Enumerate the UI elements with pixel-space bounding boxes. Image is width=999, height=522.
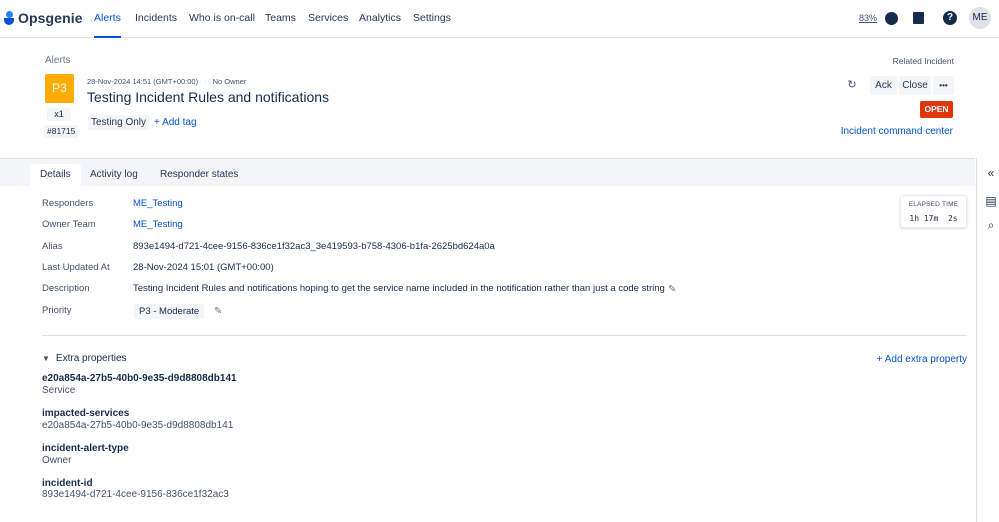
created-timestamp: 28-Nov-2024 14:51 (GMT+00:00) (87, 77, 199, 86)
edit-priority-pencil-icon[interactable]: ✎ (214, 306, 222, 317)
top-navigation: Opsgenie Alerts Incidents Who is on-call… (0, 0, 999, 38)
breadcrumb[interactable]: Alerts (45, 55, 71, 66)
alert-id: #81715 (44, 125, 79, 138)
nav-incidents[interactable]: Incidents (135, 0, 177, 38)
property-value: Service (42, 385, 76, 396)
right-rail (976, 158, 999, 522)
user-menu[interactable]: ME (968, 7, 992, 29)
app-name: Opsgenie (18, 10, 83, 26)
help-button[interactable]: ? (941, 8, 959, 28)
collapse-icon[interactable]: « (985, 167, 997, 179)
nav-alerts[interactable]: Alerts (94, 0, 121, 38)
status-badge: OPEN (920, 101, 953, 118)
section-divider (42, 335, 967, 336)
tab-responder-states[interactable]: Responder states (150, 164, 248, 186)
responders-value[interactable]: ME_Testing (133, 198, 183, 209)
property-value: Owner (42, 455, 72, 466)
close-button[interactable]: Close (899, 76, 931, 95)
compass-icon (884, 11, 898, 25)
owner-value[interactable]: No Owner (213, 77, 247, 86)
add-tag-link[interactable]: + Add tag (154, 115, 197, 130)
property-key: incident-alert-type (42, 443, 129, 454)
owner-team-label: Owner Team (42, 219, 96, 230)
property-key: impacted-services (42, 408, 130, 419)
add-extra-property-link[interactable]: + Add extra property (877, 354, 967, 365)
priority-badge: P3 (45, 74, 74, 103)
meta-separator: · (204, 77, 207, 86)
description-value: Testing Incident Rules and notifications… (133, 283, 665, 294)
edit-description-pencil-icon[interactable]: ✎ (668, 284, 676, 295)
zoom-level: 83% (858, 13, 877, 23)
tag-chip[interactable]: Testing Only (88, 115, 150, 130)
owner-team-value[interactable]: ME_Testing (133, 219, 183, 230)
alias-label: Alias (42, 241, 63, 252)
alert-count-badge: x1 (47, 108, 71, 121)
chevron-down-icon: ▼ (42, 354, 50, 363)
extra-properties-heading: Extra properties (55, 353, 127, 364)
incident-command-center-link[interactable]: Incident command center (841, 126, 953, 137)
tab-activity-log[interactable]: Activity log (80, 164, 148, 186)
last-updated-value: 28-Nov-2024 15:01 (GMT+00:00) (133, 262, 274, 273)
extra-properties-toggle[interactable]: ▼ Extra properties (42, 353, 127, 364)
alert-meta: 28-Nov-2024 14:51 (GMT+00:00) · No Owner (87, 77, 246, 86)
alias-value: 893e1494-d721-4cee-9156-836ce1f32ac3_3e4… (133, 241, 495, 252)
related-incident-label: Related Incident (892, 56, 954, 66)
priority-label: Priority (42, 305, 72, 316)
attachment-icon[interactable]: ⌕ (985, 219, 997, 231)
elapsed-time-value: 1h 17m 2s (909, 214, 958, 223)
priority-value[interactable]: P3 - Moderate (134, 304, 205, 319)
property-key: e20a854a-27b5-40b0-9e35-d9d8808db141 (42, 373, 237, 384)
elapsed-time-card: ELAPSED TIME 1h 17m 2s (900, 195, 967, 228)
compass-button[interactable] (883, 8, 899, 28)
ack-button[interactable]: Ack (870, 76, 897, 95)
property-value: 893e1494-d721-4cee-9156-836ce1f32ac3 (42, 489, 229, 500)
opsgenie-logo-icon (4, 11, 14, 25)
nav-services[interactable]: Services (308, 0, 348, 38)
book-button[interactable] (910, 8, 926, 28)
avatar: ME (969, 7, 991, 29)
nav-settings[interactable]: Settings (413, 0, 451, 38)
more-actions-button[interactable]: ••• (933, 76, 954, 95)
page-title: Testing Incident Rules and notifications (87, 89, 330, 105)
nav-who-is-on-call[interactable]: Who is on-call (189, 0, 255, 38)
property-key: incident-id (42, 478, 93, 489)
nav-analytics[interactable]: Analytics (359, 0, 401, 38)
help-icon: ? (943, 11, 957, 25)
property-value: e20a854a-27b5-40b0-9e35-d9d8808db141 (42, 420, 234, 431)
opsgenie-logo[interactable]: Opsgenie (4, 9, 83, 27)
notes-icon[interactable]: ▤ (985, 195, 997, 207)
responders-label: Responders (42, 198, 94, 209)
last-updated-label: Last Updated At (42, 262, 110, 273)
zoom-indicator[interactable]: 83% (856, 8, 880, 28)
refresh-icon[interactable]: ↻ (846, 79, 858, 91)
nav-teams[interactable]: Teams (265, 0, 296, 38)
book-icon (912, 12, 924, 24)
tab-details[interactable]: Details (30, 164, 81, 186)
description-label: Description (42, 283, 90, 294)
elapsed-time-label: ELAPSED TIME (908, 201, 959, 208)
